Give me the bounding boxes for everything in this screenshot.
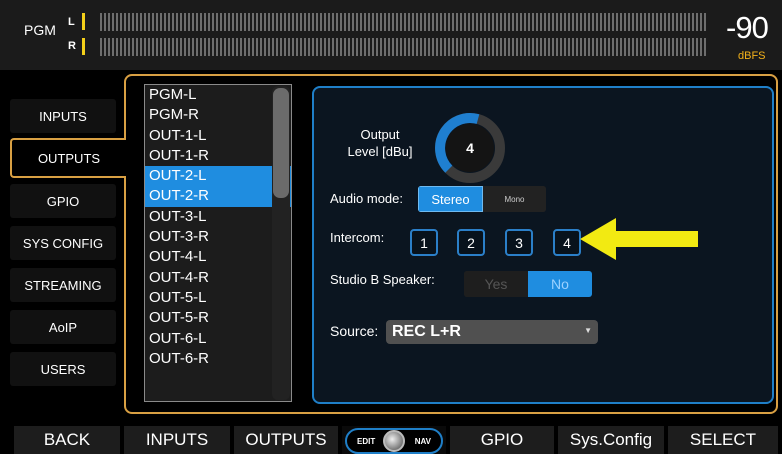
channel-item-out-5-r[interactable]: OUT-5-R: [145, 308, 291, 328]
select-button[interactable]: SELECT: [668, 426, 778, 454]
meter-right-bar: [100, 38, 708, 56]
channel-item-out-4-r[interactable]: OUT-4-R: [145, 268, 291, 288]
meter-right-label: R: [68, 40, 76, 52]
channel-item-out-5-l[interactable]: OUT-5-L: [145, 288, 291, 308]
channel-item-out-6-l[interactable]: OUT-6-L: [145, 329, 291, 349]
source-selected-value: REC L+R: [392, 323, 461, 340]
nav-outputs-button[interactable]: OUTPUTS: [10, 138, 126, 178]
intercom-button-2[interactable]: 2: [457, 229, 485, 256]
channel-item-out-6-r[interactable]: OUT-6-R: [145, 349, 291, 369]
intercom-label: Intercom:: [330, 230, 385, 245]
chevron-down-icon: ▼: [584, 326, 592, 335]
channel-item-out-3-r[interactable]: OUT-3-R: [145, 227, 291, 247]
audio-mode-label: Audio mode:: [330, 191, 403, 206]
channel-item-pgm-l[interactable]: PGM-L: [145, 85, 291, 105]
source-label: Source:: [330, 323, 379, 339]
intercom-button-3[interactable]: 3: [505, 229, 533, 256]
nav-users-button[interactable]: USERS: [10, 352, 116, 386]
audio-mode-mono-button[interactable]: Mono: [483, 186, 546, 212]
bottom-inputs-button[interactable]: INPUTS: [124, 426, 230, 454]
nav-inputs-button[interactable]: INPUTS: [10, 99, 116, 133]
bottom-outputs-button[interactable]: OUTPUTS: [234, 426, 338, 454]
nav-aoip-button[interactable]: AoIP: [10, 310, 116, 344]
meter-value: -90: [726, 10, 769, 45]
channel-item-pgm-r[interactable]: PGM-R: [145, 105, 291, 125]
audio-mode-stereo-button[interactable]: Stereo: [418, 186, 483, 212]
meter-unit: dBFS: [738, 50, 766, 62]
meter-left-bar: [100, 13, 708, 31]
nav-gpio-button[interactable]: GPIO: [10, 184, 116, 218]
studio-b-yes-button[interactable]: Yes: [464, 271, 528, 297]
channel-item-out-2-r[interactable]: OUT-2-R: [145, 186, 291, 207]
meter-label: PGM: [24, 22, 56, 38]
studio-b-speaker-toggle[interactable]: Yes No: [464, 271, 592, 297]
nav-streaming-button[interactable]: STREAMING: [10, 268, 116, 302]
nav-label: NAV: [414, 437, 431, 446]
studio-b-no-button[interactable]: No: [528, 271, 592, 297]
intercom-button-4[interactable]: 4: [553, 229, 581, 256]
bottom-sys-config-button[interactable]: Sys.Config: [558, 426, 664, 454]
output-level-label: Output Level [dBu]: [330, 126, 430, 160]
nav-sys-config-button[interactable]: SYS CONFIG: [10, 226, 116, 260]
channel-item-out-1-r[interactable]: OUT-1-R: [145, 146, 291, 166]
output-level-label-line2: Level [dBu]: [347, 144, 413, 159]
source-select[interactable]: REC L+R ▼: [386, 320, 598, 344]
arrow-left-icon: [580, 218, 698, 260]
rotary-knob-icon: [383, 430, 405, 452]
output-level-value: 4: [466, 140, 474, 156]
channel-list[interactable]: PGM-L PGM-R OUT-1-L OUT-1-R OUT-2-L OUT-…: [144, 84, 292, 402]
meter-left-peak-tick: [82, 13, 85, 30]
edit-nav-toggle[interactable]: EDIT NAV: [345, 428, 443, 454]
channel-item-out-3-l[interactable]: OUT-3-L: [145, 207, 291, 227]
channel-item-out-2-l[interactable]: OUT-2-L: [145, 166, 291, 187]
channel-item-out-1-l[interactable]: OUT-1-L: [145, 126, 291, 146]
channel-item-out-4-l[interactable]: OUT-4-L: [145, 247, 291, 267]
channel-list-scroll-thumb[interactable]: [273, 88, 289, 198]
pgm-meter: PGM L R -90 dBFS: [0, 0, 782, 70]
meter-right-peak-tick: [82, 38, 85, 55]
audio-mode-toggle[interactable]: Stereo Mono: [418, 186, 546, 212]
studio-b-speaker-label: Studio B Speaker:: [330, 272, 435, 287]
intercom-button-1[interactable]: 1: [410, 229, 438, 256]
back-button[interactable]: BACK: [14, 426, 120, 454]
edit-label: EDIT: [357, 437, 376, 446]
bottom-gpio-button[interactable]: GPIO: [450, 426, 554, 454]
output-level-label-line1: Output: [360, 127, 400, 142]
meter-left-label: L: [68, 16, 75, 28]
